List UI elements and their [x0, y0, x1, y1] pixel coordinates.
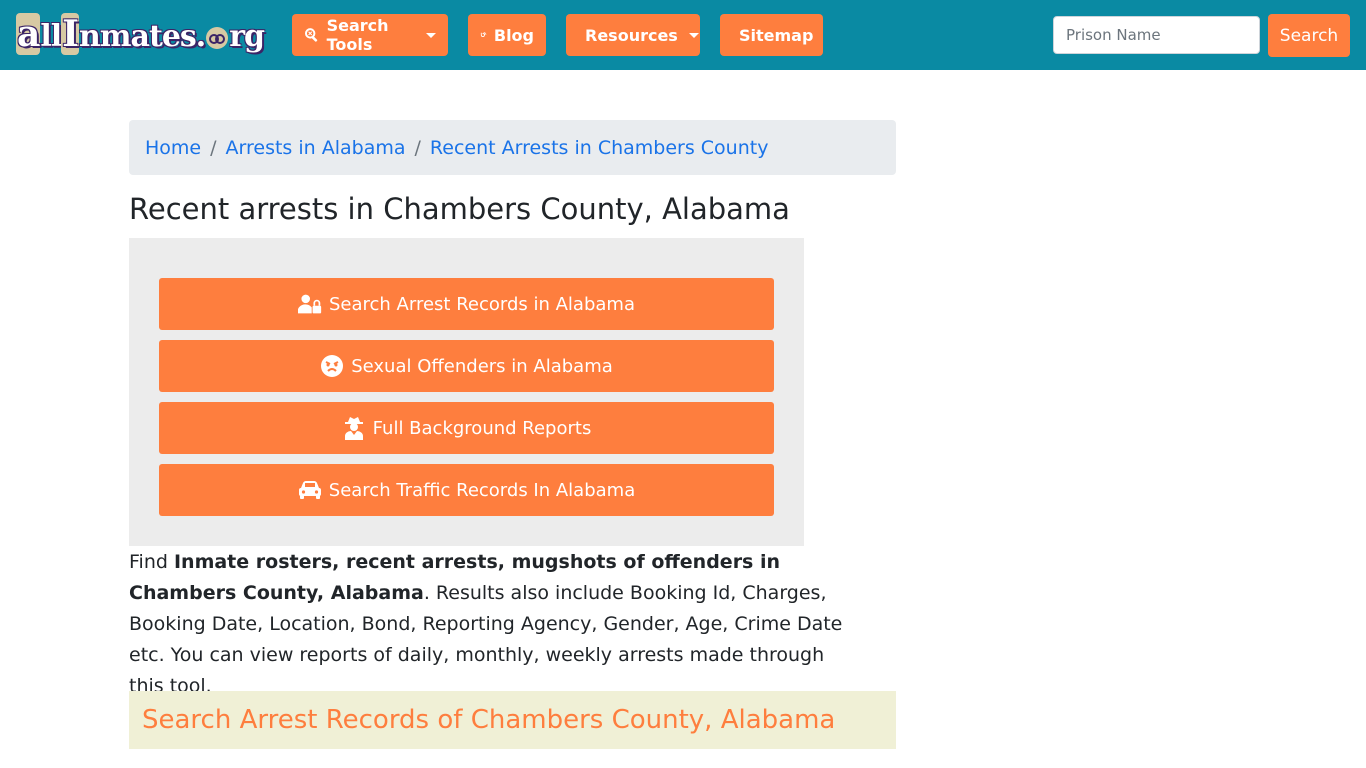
- nav-resources-label: Resources: [585, 25, 678, 45]
- section-heading: Search Arrest Records of Chambers County…: [142, 705, 836, 735]
- nav-blog-label: Blog: [493, 25, 534, 45]
- handcuffs-icon: [206, 27, 229, 49]
- full-background-reports-button[interactable]: Full Background Reports: [159, 402, 774, 454]
- description-lead: Find: [129, 551, 174, 573]
- blogger-icon: [480, 32, 487, 38]
- car-icon: [298, 481, 321, 499]
- search-button[interactable]: Search: [1268, 14, 1350, 57]
- nav-blog-button[interactable]: Blog: [468, 14, 546, 56]
- prison-name-input[interactable]: [1053, 16, 1260, 54]
- breadcrumb-separator: /: [414, 136, 421, 159]
- breadcrumb-arrests-in-alabama[interactable]: Arrests in Alabama: [226, 137, 406, 159]
- chevron-down-icon: [426, 32, 436, 38]
- angry-face-icon: [321, 355, 344, 377]
- search-traffic-records-label: Search Traffic Records In Alabama: [328, 479, 636, 501]
- search-icon: [304, 28, 318, 42]
- breadcrumb-recent-arrests-chambers[interactable]: Recent Arrests in Chambers County: [430, 137, 769, 159]
- breadcrumb-separator: /: [210, 136, 217, 159]
- action-panel: Search Arrest Records in Alabama Sexual …: [129, 238, 804, 546]
- description-paragraph: Find Inmate rosters, recent arrests, mug…: [129, 547, 849, 702]
- sexual-offenders-button[interactable]: Sexual Offenders in Alabama: [159, 340, 774, 392]
- user-lock-icon: [298, 294, 322, 314]
- nav-search-tools-label: Search Tools: [326, 16, 389, 54]
- nav-sitemap-label: Sitemap: [739, 25, 814, 45]
- search-arrest-records-label: Search Arrest Records in Alabama: [329, 293, 635, 315]
- search-arrest-records-button[interactable]: Search Arrest Records in Alabama: [159, 278, 774, 330]
- nav-sitemap-button[interactable]: Sitemap: [720, 14, 823, 56]
- breadcrumb: Home / Arrests in Alabama / Recent Arres…: [129, 120, 896, 175]
- logo-text: allInmates. rg: [16, 13, 265, 55]
- user-secret-icon: [344, 417, 363, 440]
- full-background-reports-label: Full Background Reports: [372, 417, 592, 439]
- chevron-down-icon: [688, 32, 699, 38]
- nav-search-tools-button[interactable]: Search Tools: [292, 14, 448, 56]
- breadcrumb-home[interactable]: Home: [145, 137, 201, 159]
- search-traffic-records-button[interactable]: Search Traffic Records In Alabama: [159, 464, 774, 516]
- sexual-offenders-label: Sexual Offenders in Alabama: [351, 355, 613, 377]
- page-title: Recent arrests in Chambers County, Alaba…: [129, 192, 790, 226]
- site-logo[interactable]: allInmates. rg: [16, 13, 268, 55]
- top-navbar: allInmates. rg Search Tools Blog Resource…: [0, 0, 1366, 70]
- nav-resources-button[interactable]: Resources: [566, 14, 700, 56]
- section-header: Search Arrest Records of Chambers County…: [129, 691, 896, 749]
